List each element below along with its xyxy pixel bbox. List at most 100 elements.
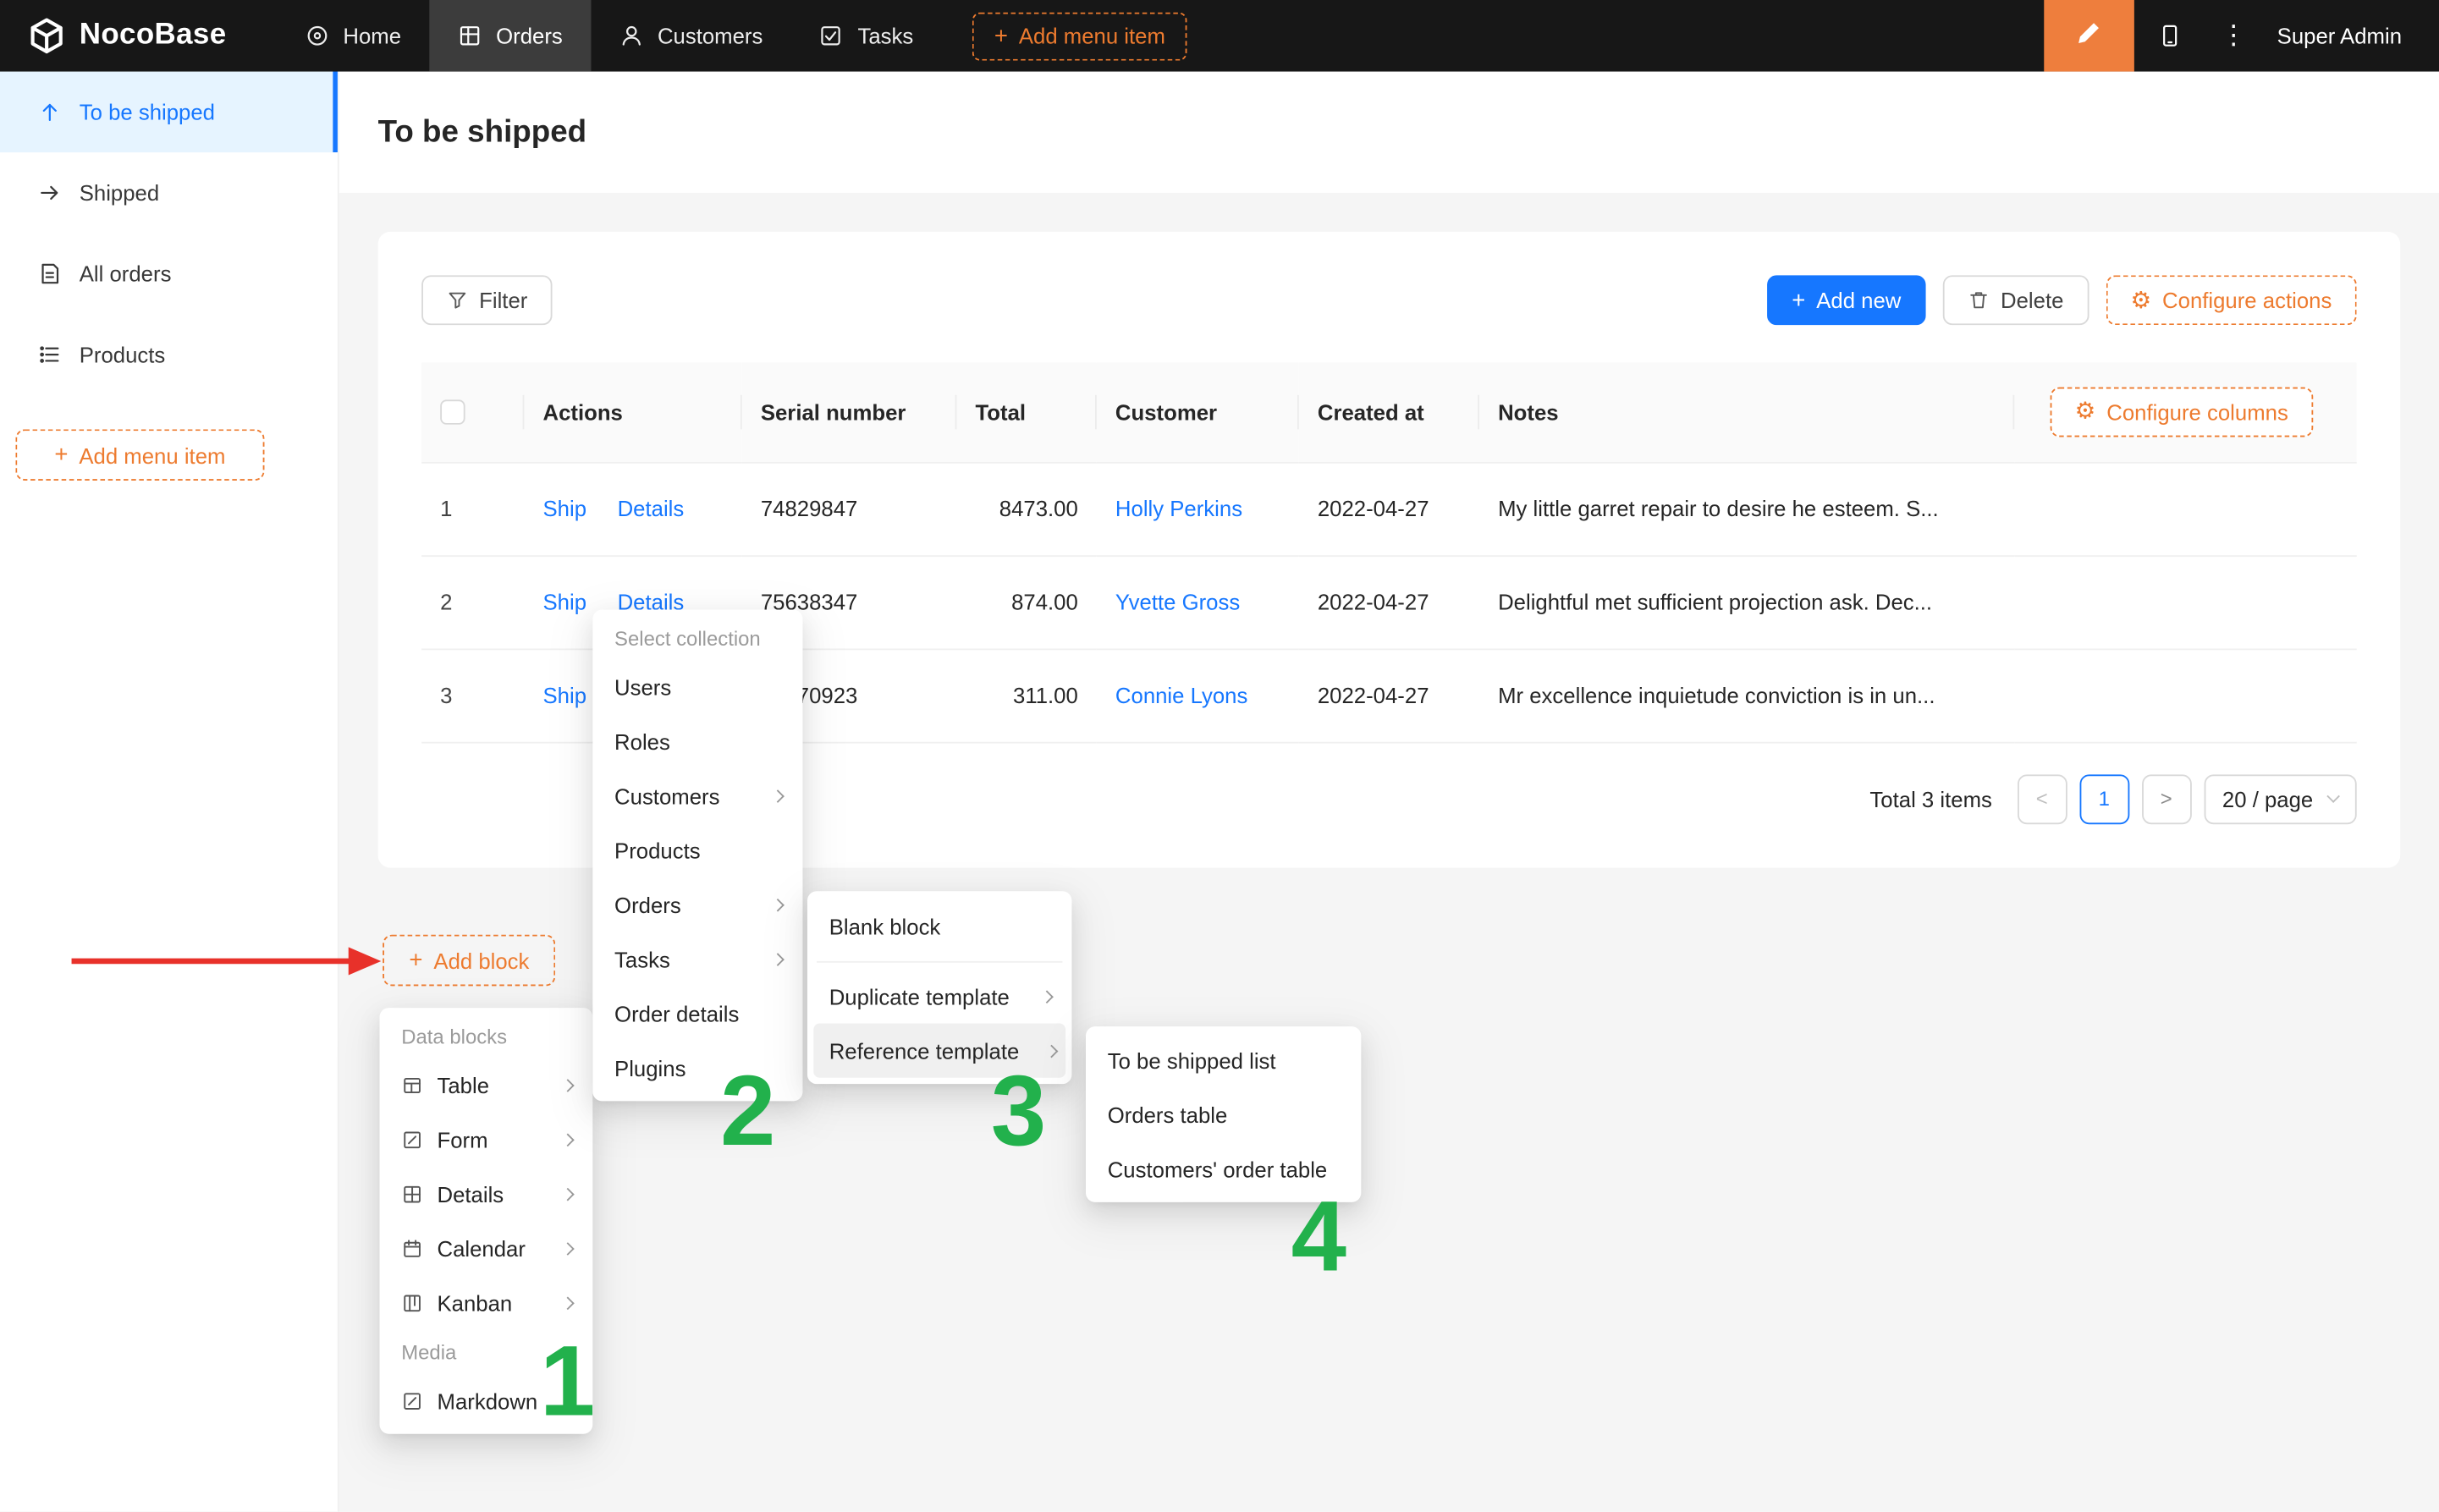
menu-item-label: Order details [614,1001,739,1025]
brand[interactable]: NocoBase [0,17,264,54]
nav-item-tasks[interactable]: Tasks [790,0,941,72]
column-header-created-at[interactable]: Created at [1299,362,1479,462]
row-index: 3 [440,683,452,707]
created-at-cell: 2022-04-27 [1299,555,1479,648]
menu-item-form[interactable]: Form [386,1112,586,1166]
configure-columns-button[interactable]: ⚙ Configure columns [2050,387,2313,437]
notes-cell: Mr excellence inquietude conviction is i… [1479,648,2014,741]
column-header-total[interactable]: Total [956,362,1096,462]
menu-item-label: Plugins [614,1055,685,1080]
menu-item-label: Form [438,1127,488,1152]
menu-item-order-details[interactable]: Order details [599,986,796,1040]
configure-actions-button[interactable]: ⚙ Configure actions [2106,275,2357,325]
navbar-right: ⋮ Super Admin [2044,0,2439,72]
nav-item-label: Orders [496,24,563,48]
menu-item-label: Tasks [614,946,670,970]
sidebar-item-products[interactable]: Products [0,314,338,395]
column-header-customer[interactable]: Customer [1097,362,1299,462]
chevron-right-icon [561,1296,575,1310]
customer-link[interactable]: Holly Perkins [1115,496,1242,520]
nav-item-orders[interactable]: Orders [429,0,591,72]
menu-item-label: Orders table [1108,1102,1228,1126]
customer-link[interactable]: Connie Lyons [1115,683,1247,707]
shipped-icon [37,180,62,205]
plus-icon: + [994,23,1008,49]
nav-item-home[interactable]: Home [276,0,429,72]
nav-item-customers[interactable]: Customers [591,0,791,72]
menu-item-label: Calendar [438,1235,526,1260]
menu-item-table[interactable]: Table [386,1058,586,1112]
menu-item-label: Duplicate template [829,984,1010,1009]
menu-divider [817,961,1062,963]
reference-template-menu: To be shipped list Orders table Customer… [1086,1026,1361,1202]
column-header-serial[interactable]: Serial number [742,362,957,462]
chevron-right-icon [561,1187,575,1201]
navbar-add-menu-item-button[interactable]: + Add menu item [972,12,1187,60]
menu-item-orders-table[interactable]: Orders table [1092,1087,1355,1141]
total-cell: 8473.00 [956,462,1096,555]
tasks-icon [819,24,844,48]
menu-item-kanban[interactable]: Kanban [386,1275,586,1329]
ship-action-link[interactable]: Ship [542,683,586,707]
pagination-next-button[interactable]: > [2141,773,2191,823]
menu-item-to-be-shipped-list[interactable]: To be shipped list [1092,1032,1355,1086]
customers-icon [619,24,643,48]
menu-item-label: Details [438,1181,504,1206]
menu-item-customers[interactable]: Customers [599,768,796,822]
pagination-prev-button[interactable]: < [2017,773,2067,823]
menu-item-calendar[interactable]: Calendar [386,1221,586,1275]
menu-item-roles[interactable]: Roles [599,714,796,768]
notes-cell: My little garret repair to desire he est… [1479,462,2014,555]
menu-item-label: Roles [614,729,670,753]
menu-group-label: Select collection [599,616,796,659]
sidebar: To be shipped Shipped All orders Product… [0,72,339,1512]
select-collection-menu: Select collection Users Roles Customers … [592,610,802,1102]
chevron-right-icon [1045,1044,1059,1058]
plus-icon: + [409,947,422,973]
ship-action-link[interactable]: Ship [542,496,586,520]
row-index: 2 [440,590,452,614]
sidebar-item-to-be-shipped[interactable]: To be shipped [0,72,338,153]
pagination-page-1[interactable]: 1 [2079,773,2129,823]
user-menu[interactable]: Super Admin [2261,24,2439,48]
menu-item-duplicate-template[interactable]: Duplicate template [813,969,1065,1023]
add-block-button[interactable]: + Add block [383,935,555,987]
configure-columns-label: Configure columns [2106,399,2288,424]
menu-item-label: Blank block [829,914,941,938]
column-header-actions[interactable]: Actions [524,362,741,462]
select-all-checkbox[interactable] [440,400,465,425]
menu-item-label: Markdown [438,1388,538,1413]
menu-item-details[interactable]: Details [386,1167,586,1221]
page-size-select[interactable]: 20 / page [2204,773,2357,823]
created-at-cell: 2022-04-27 [1299,648,1479,741]
sidebar-item-shipped[interactable]: Shipped [0,152,338,234]
filter-button[interactable]: Filter [421,275,553,325]
ship-action-link[interactable]: Ship [542,590,586,614]
chevron-right-icon [561,1133,575,1146]
menu-item-orders[interactable]: Orders [599,877,796,932]
add-new-button[interactable]: + Add new [1767,275,1926,325]
column-header-notes[interactable]: Notes [1479,362,2014,462]
menu-item-products[interactable]: Products [599,822,796,877]
details-action-link[interactable]: Details [618,496,685,520]
menu-item-label: Users [614,674,671,699]
form-icon [401,1129,423,1151]
menu-item-blank-block[interactable]: Blank block [813,898,1065,955]
sidebar-add-menu-item-button[interactable]: + Add menu item [15,429,264,481]
chevron-right-icon [561,1078,575,1091]
menu-item-users[interactable]: Users [599,659,796,713]
mobile-client-button[interactable] [2134,0,2206,72]
menu-group-label: Data blocks [386,1014,586,1057]
sidebar-item-all-orders[interactable]: All orders [0,234,338,315]
table-toolbar: Filter + Add new Delete ⚙ Co [421,275,2357,325]
logo-icon [28,17,65,54]
menu-item-tasks[interactable]: Tasks [599,932,796,986]
more-menu-button[interactable]: ⋮ [2205,20,2261,52]
ui-editor-toggle-button[interactable] [2044,0,2134,72]
customer-link[interactable]: Yvette Gross [1115,590,1240,614]
home-icon [304,24,328,48]
menu-item-label: Customers' order table [1108,1157,1328,1181]
plus-icon: + [54,442,68,468]
delete-button[interactable]: Delete [1943,275,2089,325]
add-block-label: Add block [433,948,529,972]
